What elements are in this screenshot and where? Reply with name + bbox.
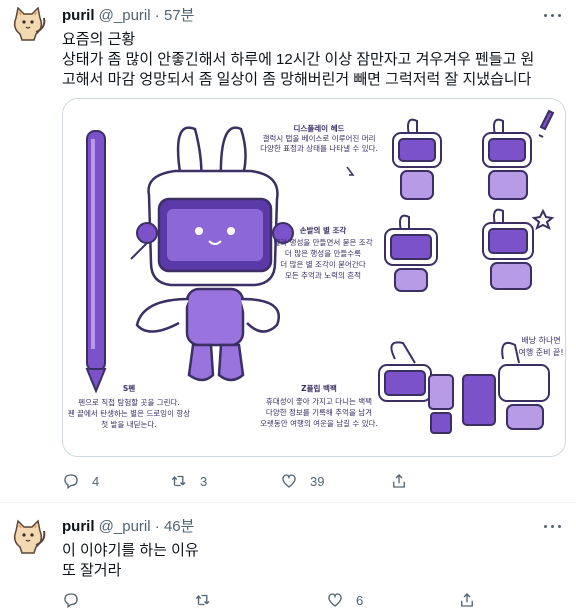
more-icon-dot [551,14,554,17]
caption-pen-line: 첫 발을 내딛는다. [101,419,156,429]
caption-hand-line: 더 많은 별 조각이 묻어간다 [280,259,366,269]
exclamation-icon [538,109,555,138]
reply-icon [64,593,78,609]
avatar-cat-icon [13,6,46,41]
tweet-actions: 4 3 39 [62,471,502,491]
tweet[interactable]: puril @_puril · 57분 요즘의 근황 상태가 좀 많이 안좋긴해… [0,0,576,500]
caption-bag-line: 휴대성이 좋아 가지고 다니는 백팩 [266,396,372,406]
reply-button[interactable]: 4 [62,471,99,491]
tweet-text-line: 이 이야기를 하는 이유 [62,542,199,559]
like-icon [282,474,296,488]
timestamp[interactable]: 57분 [164,7,195,24]
caption-travel-line: 여행 준비 끝! [518,347,563,357]
share-icon [393,474,405,488]
more-button[interactable] [542,6,562,26]
retweet-button[interactable] [194,590,224,610]
avatar-cat-icon [13,519,46,554]
share-button[interactable] [390,471,420,491]
like-count: 6 [356,592,364,608]
caption-pen-line: 펜으로 직접 탐험할 곳을 그린다. [78,397,180,407]
caption-hand-line: 더 많은 행성을 만들수록 [285,248,361,258]
main-character-drawing [130,126,294,382]
small-characters-drawing [378,109,555,434]
author-name[interactable]: puril [62,7,95,24]
caption-head-title: 디스플레이 헤드 [294,123,345,133]
timestamp[interactable]: 46분 [164,518,195,535]
more-button[interactable] [542,517,562,537]
tweet-actions: 6 [62,590,502,610]
author-name[interactable]: puril [62,518,95,535]
caption-hand-line: 별과 행성을 만들면서 묻은 조각 [273,237,372,247]
tweet-header: puril @_puril · 46분 [62,517,194,537]
caption-travel-line: 배낭 하나면 [521,335,560,345]
like-button[interactable]: 39 [280,471,324,491]
tweet-header: puril @_puril · 57분 [62,6,194,26]
like-count: 39 [310,473,325,489]
more-icon-dot [551,525,554,528]
avatar[interactable] [6,515,50,559]
star-icon [531,208,555,230]
more-icon [544,14,547,17]
more-icon [544,525,547,528]
s-pen-drawing [85,130,107,394]
tweet[interactable]: puril @_puril · 46분 이 이야기를 하는 이유 또 잘거라 6 [0,505,576,615]
more-icon-dot [558,525,561,528]
caption-bag-line: 오랫동안 여행의 여운을 남길 수 있다. [260,418,378,428]
reply-icon [64,474,78,490]
tweet-divider [0,502,576,503]
character-sheet-illustration: 디스플레이 헤드 갤럭시 탭을 베이스로 이루어진 머리 다양한 표정과 상태를… [68,109,564,434]
retweet-icon [195,594,210,606]
caption-hand-line: 모든 추억과 노력의 흔적 [285,270,361,280]
reply-count: 4 [92,473,100,489]
separator: · [154,518,160,535]
share-icon [461,593,473,607]
like-button[interactable]: 6 [326,590,363,610]
author-handle[interactable]: @_puril [99,7,151,24]
author-handle[interactable]: @_puril [99,518,151,535]
caption-hand-title: 손발의 별 조각 [300,225,347,235]
caption-head-line: 갤럭시 탭을 베이스로 이루어진 머리 [262,133,375,143]
tweet-text-line: 요즘의 근황 [62,31,136,48]
like-icon [328,593,342,607]
caption-head-line: 다양한 표정과 상태를 나타낼 수 있다. [260,143,378,153]
share-button[interactable] [458,590,488,610]
separator: · [154,7,160,24]
caption-pen-line: 펜 끝에서 탄생하는 별은 드로잉이 항상 [68,408,190,418]
tweet-text-line: 상태가 좀 많이 안좋긴해서 하루에 12시간 이상 잠만자고 겨우겨우 펜들고… [62,51,535,68]
avatar[interactable] [6,2,50,46]
caption-bag-title: Z플립 백팩 [301,383,337,393]
reply-button[interactable] [62,590,92,610]
more-icon-dot [558,14,561,17]
tweet-text: 요즘의 근황 상태가 좀 많이 안좋긴해서 하루에 12시간 이상 잠만자고 겨… [62,30,562,90]
caption-pen-title: S펜 [123,383,135,393]
retweet-icon [171,475,186,487]
caption-bag-line: 다양한 정보를 기록해 추억을 남겨 [266,407,372,417]
tweet-text-line: 고해서 마감 엉망되서 좀 일상이 좀 망해버린거 빼면 그럭저럭 잘 지냈습니… [62,71,532,88]
retweet-count: 3 [200,473,208,489]
tweet-text: 이 이야기를 하는 이유 또 잘거라 [62,541,562,581]
tweet-text-line: 또 잘거라 [62,562,122,579]
tweet-image[interactable]: 디스플레이 헤드 갤럭시 탭을 베이스로 이루어진 머리 다양한 표정과 상태를… [62,98,566,457]
retweet-button[interactable]: 3 [170,471,207,491]
